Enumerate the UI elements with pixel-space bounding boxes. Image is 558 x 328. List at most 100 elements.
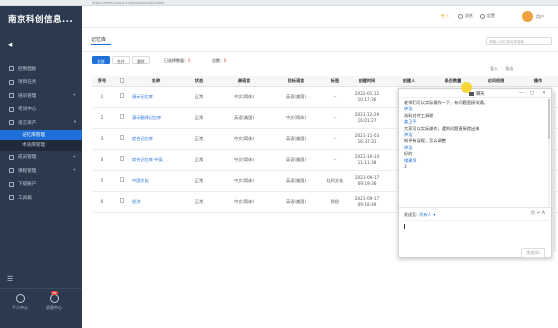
address-bar[interactable]: https://www.yuque.cn/ebook/portal/index — [92, 1, 164, 5]
filter-bar: 全部 合并 删除 已选择数量：0 总数：6 — [92, 56, 552, 66]
collapse-icon[interactable]: ◂ — [0, 32, 82, 58]
maximize-icon[interactable]: □ — [530, 91, 534, 96]
row-number: 5 — [92, 170, 112, 192]
column-header[interactable] — [112, 76, 132, 87]
checkbox[interactable] — [119, 177, 125, 182]
sidebar-item-5[interactable]: 记忆库管理 — [0, 129, 82, 140]
send-button[interactable]: 发送(S) — [521, 248, 545, 258]
tab-memory-library[interactable]: 记忆库 — [91, 36, 112, 45]
tag-cell: -- — [322, 128, 348, 150]
checkbox[interactable] — [119, 135, 125, 140]
sidebar: 南京科创信息... ◂ 控制面板 项目任务 培训管理 + 考试中心 语言资产 ▾ 记忆库管理术… — [0, 6, 82, 328]
memory-name-link[interactable]: 综合记忆库 — [132, 128, 180, 150]
checkbox[interactable] — [119, 114, 125, 119]
sidebar-item-label: 培训管理 — [18, 93, 37, 99]
emoji-icon[interactable]: ☺ — [531, 211, 536, 216]
page-scrollbar[interactable] — [553, 92, 556, 252]
row-checkbox[interactable] — [112, 86, 132, 108]
import-button[interactable]: 导入 — [490, 66, 498, 71]
font-icon[interactable]: A — [542, 211, 545, 216]
memory-name-link[interactable]: 中国文化 — [132, 170, 180, 192]
total-count-label: 总数： — [212, 58, 224, 63]
export-button[interactable]: 导出 — [505, 66, 513, 71]
target-language: 中文(简体) — [270, 107, 322, 129]
checkbox[interactable] — [119, 198, 125, 203]
sidebar-item-6[interactable]: 术语库管理 — [0, 140, 82, 151]
target-language: 英语(美国) — [270, 86, 322, 108]
plus-icon: + — [72, 168, 76, 174]
sidebar-item-label: 成员管理 — [18, 155, 37, 161]
column-header: 源语言 — [218, 76, 270, 87]
user-name[interactable]: 用户 — [536, 14, 544, 20]
row-checkbox[interactable] — [112, 107, 132, 129]
notice-badge[interactable]: 卡☆ — [440, 13, 449, 20]
nav-icon — [9, 120, 14, 126]
message-center[interactable]: 99 消息中心 — [46, 291, 62, 311]
user-icon — [15, 294, 25, 303]
row-checkbox[interactable] — [112, 191, 132, 213]
top-bar: 卡☆ 消息 设置 用户 — [82, 6, 558, 28]
chat-window: 聊天 — □ ✕ 老师们可以实际操作一下、有问题直接沟通。 钟浩 选料对齐工具呢 姜卫… — [398, 88, 552, 258]
avatar[interactable] — [522, 11, 533, 22]
sidebar-item-8[interactable]: 课程管理 + — [0, 164, 82, 178]
chevron-down-icon[interactable]: ▾ — [433, 212, 435, 217]
column-header: 访问权限 — [474, 76, 518, 87]
sidebar-item-1[interactable]: 项目任务 — [0, 76, 82, 90]
sidebar-footer: ☰ 个人中心 99 消息中心 — [0, 275, 82, 328]
memory-name-link[interactable]: 演示翻译记忆库 — [132, 107, 180, 129]
row-checkbox[interactable] — [112, 128, 132, 150]
tag-cell: -- — [322, 86, 348, 108]
message-badge: 99 — [51, 291, 58, 295]
all-button[interactable]: 全部 — [92, 56, 110, 64]
close-icon[interactable]: ✕ — [542, 91, 546, 96]
chat-input[interactable] — [403, 220, 549, 246]
row-checkbox[interactable] — [112, 170, 132, 192]
nav-icon — [9, 181, 14, 187]
memory-name-link[interactable]: 经济 — [132, 191, 180, 213]
column-header: 状态 — [180, 76, 218, 87]
selected-count: 已选择数量：0 — [164, 58, 191, 64]
checkbox[interactable] — [119, 93, 125, 98]
compose-tools: ☺ ✂ A — [531, 211, 545, 216]
chat-icon — [49, 294, 59, 303]
selected-count-value: 0 — [188, 58, 191, 63]
sidebar-item-9[interactable]: 下级账户 — [0, 178, 82, 192]
personal-center[interactable]: 个人中心 — [12, 294, 28, 311]
created-time: 2021-09-17 09:19:36 — [348, 170, 386, 192]
screenshot-icon[interactable]: ✂ — [537, 211, 541, 216]
search-input[interactable]: 请输入记忆库名称搜索 — [486, 37, 552, 45]
sidebar-item-10[interactable]: 工具箱 — [0, 191, 82, 205]
source-language: 中文(简体) — [218, 149, 270, 171]
sidebar-item-label: 考试中心 — [18, 107, 37, 113]
row-checkbox[interactable] — [112, 149, 132, 171]
chat-header[interactable]: 聊天 — □ ✕ — [399, 89, 551, 98]
menu-icon[interactable]: ☰ — [7, 275, 13, 283]
sidebar-item-2[interactable]: 培训管理 + — [0, 89, 82, 103]
chat-messages: 老师们可以实际操作一下、有问题直接沟通。 钟浩 选料对齐工具呢 姜卫平 大家可以实际操作… — [399, 98, 551, 207]
select-all-checkbox[interactable] — [119, 78, 125, 83]
topbar-messages[interactable]: 消息 — [458, 13, 473, 19]
chat-scrollbar[interactable] — [548, 99, 550, 207]
minimize-icon[interactable]: — — [519, 91, 524, 96]
checkbox[interactable] — [119, 156, 125, 161]
sidebar-item-3[interactable]: 考试中心 — [0, 103, 82, 117]
column-header: 序号 — [92, 76, 112, 87]
created-clock: 09:18:49 — [357, 201, 377, 207]
merge-button[interactable]: 合并 — [112, 56, 130, 64]
created-clock: 16:37:31 — [357, 138, 377, 144]
plus-icon: + — [72, 154, 76, 160]
column-header: 名称 — [132, 76, 180, 87]
recipient-select[interactable]: 所有人 — [419, 212, 431, 217]
target-language: 英语(美国) — [270, 149, 322, 171]
topbar-settings[interactable]: 设置 — [480, 13, 495, 19]
table-toolbar: 导入 导出 — [484, 66, 513, 72]
selected-count-label: 已选择数量： — [164, 58, 188, 63]
sidebar-item-7[interactable]: 成员管理 + — [0, 151, 82, 165]
nav-icon — [9, 66, 14, 72]
sidebar-item-4[interactable]: 语言资产 ▾ — [0, 116, 82, 130]
status-cell: 正常 — [180, 86, 218, 108]
memory-name-link[interactable]: 演示记忆库 — [132, 86, 180, 108]
sidebar-item-0[interactable]: 控制面板 — [0, 62, 82, 76]
memory-name-link[interactable]: 综合记忆库-中英 — [132, 149, 180, 171]
delete-button[interactable]: 删除 — [132, 56, 150, 64]
